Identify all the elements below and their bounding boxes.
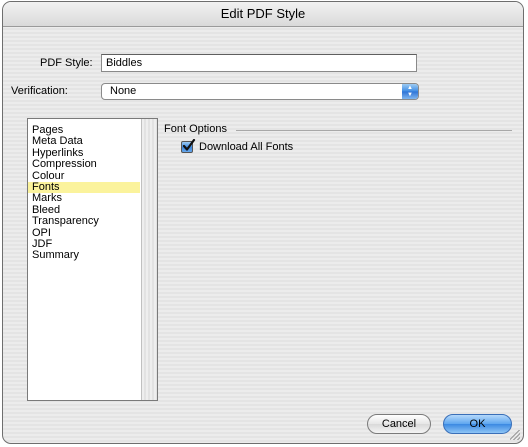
ok-button[interactable]: OK — [443, 414, 512, 434]
download-all-fonts-label[interactable]: Download All Fonts — [199, 141, 293, 153]
list-item-compression[interactable]: Compression — [28, 158, 140, 170]
up-down-arrows-icon: ▲ ▼ — [402, 84, 418, 99]
verification-label: Verification: — [11, 85, 68, 97]
edit-pdf-style-dialog: Edit PDF Style PDF Style: Verification: … — [2, 1, 524, 444]
download-all-fonts-checkbox[interactable] — [181, 139, 196, 153]
font-options-title: Font Options — [164, 123, 227, 135]
pdf-style-input[interactable] — [101, 54, 417, 72]
list-item-transparency[interactable]: Transparency — [28, 215, 140, 227]
pdf-style-label: PDF Style: — [40, 57, 93, 69]
cancel-button[interactable]: Cancel — [367, 414, 431, 434]
group-divider — [236, 130, 512, 131]
category-items: Pages Meta Data Hyperlinks Compression C… — [28, 124, 140, 262]
resize-grip[interactable] — [510, 430, 520, 440]
verification-value: None — [110, 85, 137, 97]
checkmark-icon — [182, 139, 196, 151]
verification-select[interactable]: None ▲ ▼ — [101, 83, 419, 100]
dialog-title: Edit PDF Style — [3, 2, 523, 27]
list-scrollbar[interactable] — [141, 119, 157, 400]
settings-category-list[interactable]: Pages Meta Data Hyperlinks Compression C… — [27, 118, 158, 401]
list-item-summary[interactable]: Summary — [28, 249, 140, 261]
